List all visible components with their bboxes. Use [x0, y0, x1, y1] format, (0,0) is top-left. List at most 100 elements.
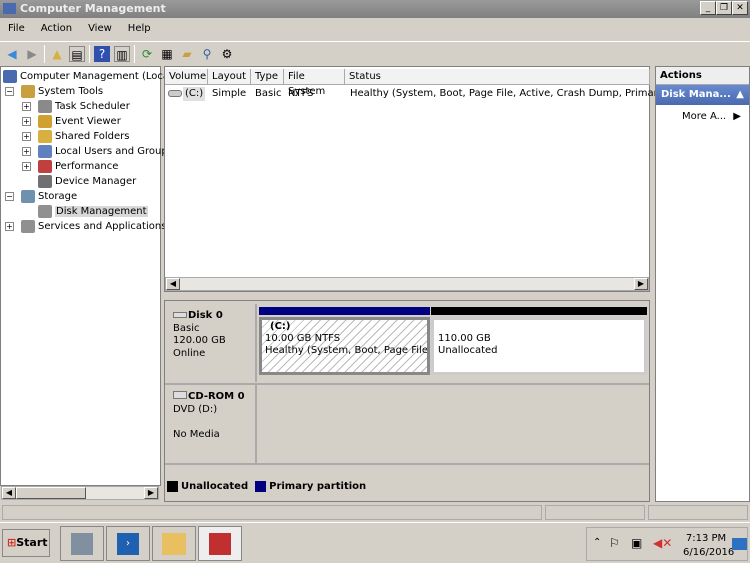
- expand-toggle[interactable]: +: [22, 102, 31, 111]
- system-tray: ⌃ ⚐ ▣ ◀✕ 7:13 PM 6/16/2016: [586, 527, 748, 561]
- server-manager-icon: [71, 533, 93, 555]
- toolbox-icon: [209, 533, 231, 555]
- partition-size: 10.00 GB NTFS: [265, 333, 341, 344]
- tree-item[interactable]: System Tools: [21, 84, 103, 99]
- tree-item-label: Performance: [55, 161, 119, 172]
- partition-size: 110.00 GB: [438, 333, 491, 344]
- tree-horizontal-scrollbar[interactable]: ◀ ▶: [1, 486, 159, 500]
- flag-icon[interactable]: ⚐: [609, 536, 620, 550]
- close-button[interactable]: ✕: [732, 1, 748, 15]
- menu-action[interactable]: Action: [33, 20, 80, 40]
- properties-icon[interactable]: ▦: [159, 46, 175, 62]
- expand-toggle[interactable]: −: [5, 192, 14, 201]
- cdrom-icon: [173, 391, 187, 399]
- expand-toggle[interactable]: +: [22, 162, 31, 171]
- actions-pane: Actions Disk Mana... ▲ More A... ▶: [655, 66, 750, 502]
- start-button[interactable]: ⊞Start: [2, 529, 50, 557]
- column-file-system[interactable]: File System: [284, 69, 345, 97]
- disk-graphical-view: Disk 0 Basic 120.00 GB Online (C:) 10.00…: [164, 300, 650, 502]
- tree-item[interactable]: Disk Management: [38, 204, 148, 219]
- tree-item-label: Storage: [38, 191, 78, 202]
- tree-item[interactable]: Computer Management (Local): [3, 69, 176, 84]
- expand-toggle[interactable]: +: [22, 132, 31, 141]
- window-title: Computer Management: [20, 2, 166, 15]
- tree-item-icon: [38, 159, 52, 173]
- tree-item[interactable]: Event Viewer: [38, 114, 121, 129]
- disk-name: CD-ROM 0: [188, 391, 245, 402]
- partition-unallocated[interactable]: 110.00 GB Unallocated: [431, 307, 647, 379]
- powershell-icon: ›: [117, 533, 139, 555]
- menu-view[interactable]: View: [80, 20, 120, 40]
- back-icon[interactable]: ◀: [4, 46, 20, 62]
- expand-toggle[interactable]: +: [22, 147, 31, 156]
- menu-file[interactable]: File: [0, 20, 33, 40]
- toolbar: ◀ ▶ ▲ ▤ ? ▥ ⟳ ▦ ▰ ⚲ ⚙: [0, 41, 750, 65]
- tree-item[interactable]: Performance: [38, 159, 118, 174]
- taskbar-server-manager[interactable]: [60, 526, 104, 561]
- actions-header: Actions: [656, 67, 749, 85]
- column-layout[interactable]: Layout: [208, 69, 251, 85]
- taskbar-powershell[interactable]: ›: [106, 526, 150, 561]
- restore-button[interactable]: ❐: [716, 1, 732, 15]
- tree-item[interactable]: Storage: [21, 189, 77, 204]
- show-desktop-icon[interactable]: [732, 538, 747, 550]
- tree-item[interactable]: Services and Applications: [21, 219, 166, 234]
- forward-icon[interactable]: ▶: [24, 46, 40, 62]
- tree-item-icon: [3, 69, 17, 83]
- help-icon[interactable]: ?: [94, 45, 110, 62]
- tree-item[interactable]: Task Scheduler: [38, 99, 130, 114]
- list-horizontal-scrollbar[interactable]: ◀ ▶: [165, 277, 649, 291]
- disk-state: Online: [173, 347, 206, 359]
- network-icon[interactable]: ▣: [631, 536, 642, 550]
- refresh-icon[interactable]: ⟳: [139, 46, 155, 62]
- title-bar: Computer Management: [0, 0, 750, 18]
- show-hide-tree-icon[interactable]: ▤: [69, 45, 85, 62]
- menu-help[interactable]: Help: [120, 20, 159, 40]
- disk-name: Disk 0: [188, 310, 223, 321]
- tree-item-label: Event Viewer: [55, 116, 121, 127]
- expand-toggle[interactable]: −: [5, 87, 14, 96]
- show-hidden-icons[interactable]: ⌃: [593, 537, 601, 548]
- tree-item[interactable]: Shared Folders: [38, 129, 130, 144]
- more-actions[interactable]: More A... ▶: [656, 105, 749, 122]
- show-action-pane-icon[interactable]: ▥: [114, 45, 130, 62]
- taskbar-explorer[interactable]: [152, 526, 196, 561]
- status-bar: [0, 504, 750, 521]
- clock[interactable]: 7:13 PM 6/16/2016: [683, 532, 734, 560]
- actions-section-disk-management[interactable]: Disk Mana... ▲: [656, 85, 749, 105]
- cell-volume: (C:): [183, 87, 206, 101]
- tree-item-icon: [38, 204, 52, 218]
- volume-muted-icon[interactable]: ◀✕: [653, 536, 672, 550]
- tree-item-label: Computer Management (Local): [20, 71, 176, 82]
- cell-type: Basic: [255, 88, 282, 99]
- search-icon[interactable]: ⚲: [199, 46, 215, 62]
- menu-bar: File Action View Help: [0, 20, 750, 40]
- folder-icon: [162, 533, 186, 555]
- column-type[interactable]: Type: [251, 69, 284, 85]
- partition-c[interactable]: (C:) 10.00 GB NTFS Healthy (System, Boot…: [259, 307, 430, 379]
- windows-logo-icon: ⊞: [7, 536, 17, 549]
- open-folder-icon[interactable]: ▰: [179, 46, 195, 62]
- disk-0-info[interactable]: Disk 0 Basic 120.00 GB Online: [165, 304, 257, 382]
- tree-item-icon: [38, 99, 52, 113]
- minimize-button[interactable]: _: [700, 1, 716, 15]
- column-status[interactable]: Status: [345, 69, 650, 85]
- tree-item-label: System Tools: [38, 86, 104, 97]
- settings-icon[interactable]: ⚙: [219, 46, 235, 62]
- tree-item-label: Task Scheduler: [55, 101, 130, 112]
- app-icon: [3, 3, 16, 14]
- taskbar: ⊞Start › ⌃ ⚐ ▣ ◀✕ 7:13 PM 6/16/2016: [0, 522, 750, 563]
- up-folder-icon[interactable]: ▲: [49, 46, 65, 62]
- console-tree: Computer Management (Local) System Tools −…: [0, 66, 176, 486]
- tree-item[interactable]: Device Manager: [38, 174, 136, 189]
- expand-toggle[interactable]: +: [22, 117, 31, 126]
- legend-swatch-primary: [255, 481, 267, 492]
- taskbar-computer-management[interactable]: [198, 526, 242, 561]
- tree-item[interactable]: Local Users and Groups: [38, 144, 173, 159]
- tree-item-icon: [21, 219, 35, 233]
- legend-swatch-unallocated: [167, 481, 178, 492]
- column-volume[interactable]: Volume: [165, 69, 208, 85]
- tree-item-icon: [38, 174, 52, 188]
- cdrom-0-info[interactable]: CD-ROM 0 DVD (D:) No Media: [165, 385, 257, 463]
- expand-toggle[interactable]: +: [5, 222, 14, 231]
